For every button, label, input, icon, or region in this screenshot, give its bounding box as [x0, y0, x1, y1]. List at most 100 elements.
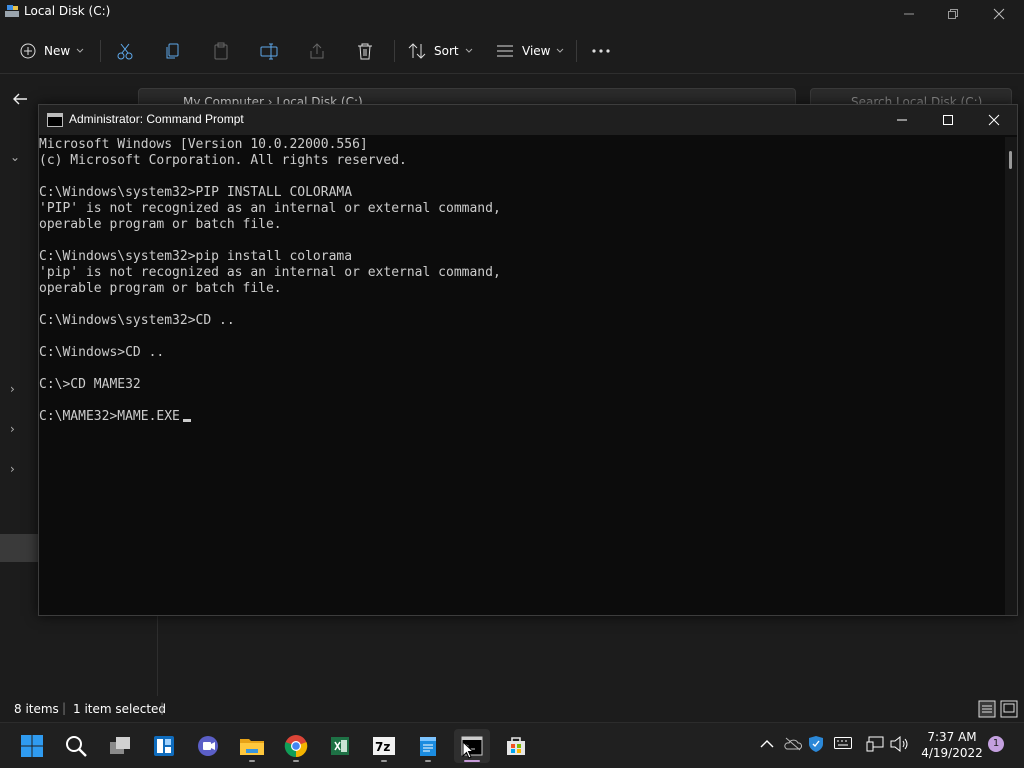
new-button[interactable]: New: [20, 36, 84, 66]
taskbar-notepad[interactable]: [410, 729, 446, 763]
show-hidden-icons-button[interactable]: [760, 739, 774, 749]
cmd-close-button[interactable]: [971, 105, 1017, 135]
chevron-right-icon[interactable]: ›: [10, 422, 15, 436]
close-icon: [988, 114, 1000, 126]
chevron-down-icon: [465, 48, 472, 53]
terminal-line: C:\Windows\system32>pip install colorama: [39, 249, 353, 264]
sort-button[interactable]: Sort: [408, 36, 473, 66]
spreadsheet-icon: [331, 737, 349, 755]
cmd-titlebar[interactable]: Administrator: Command Prompt: [39, 105, 1017, 135]
terminal-line: operable program or batch file.: [39, 281, 282, 296]
minimize-icon: [904, 13, 914, 15]
restore-button[interactable]: [930, 0, 976, 28]
chevron-down-icon[interactable]: ⌄: [10, 150, 20, 164]
widgets-button[interactable]: [146, 729, 182, 763]
task-view-button[interactable]: [102, 729, 138, 763]
chevron-right-icon[interactable]: ›: [10, 382, 15, 396]
text-cursor: [182, 419, 191, 422]
onedrive-offline-icon[interactable]: [784, 737, 802, 751]
start-button[interactable]: [14, 729, 50, 763]
toolbar-divider: [576, 40, 577, 62]
maximize-icon: [943, 115, 953, 125]
details-view-icon[interactable]: [978, 700, 996, 718]
taskbar-chrome[interactable]: [278, 729, 314, 763]
terminal-line: C:\Windows>CD ..: [39, 345, 165, 360]
network-icon[interactable]: [866, 736, 884, 752]
close-button[interactable]: [976, 0, 1022, 28]
windows-security-icon[interactable]: [808, 735, 824, 753]
explorer-titlebar: Local Disk (C:): [0, 0, 1024, 28]
share-button[interactable]: [308, 36, 326, 66]
terminal-line: operable program or batch file.: [39, 217, 282, 232]
taskbar-file-explorer[interactable]: [234, 729, 270, 763]
chevron-right-icon[interactable]: ›: [10, 462, 15, 476]
minimize-button[interactable]: [886, 0, 932, 28]
item-count: 8 items: [14, 702, 59, 716]
taskbar-search-button[interactable]: [58, 729, 94, 763]
command-prompt-icon: [47, 113, 63, 127]
plus-circle-icon: [20, 43, 36, 59]
command-prompt-window[interactable]: Administrator: Command Prompt Microsoft …: [38, 104, 1018, 616]
selection-count: 1 item selected: [73, 702, 167, 716]
clock-time: 7:37 AM: [927, 730, 977, 744]
copy-button[interactable]: [164, 36, 182, 66]
sort-icon: [408, 43, 426, 59]
cmd-minimize-button[interactable]: [879, 105, 925, 135]
nav-selected-item[interactable]: [0, 534, 40, 562]
delete-button[interactable]: [356, 36, 374, 66]
restore-icon: [948, 9, 958, 19]
tiles-view-icon[interactable]: [1000, 700, 1018, 718]
cut-button[interactable]: [116, 36, 134, 66]
terminal-line: C:\MAME32>MAME.EXE: [39, 409, 1004, 425]
cmd-maximize-button[interactable]: [925, 105, 971, 135]
running-indicator: [249, 760, 255, 762]
store-icon: [507, 737, 525, 755]
notification-badge[interactable]: 1: [988, 736, 1004, 752]
view-button[interactable]: View: [496, 36, 564, 66]
terminal-line: C:\Windows\system32>PIP INSTALL COLORAMA: [39, 185, 353, 200]
scissors-icon: [117, 43, 133, 60]
terminal-line: C:\Windows\system32>CD ..: [39, 313, 235, 328]
taskbar-store[interactable]: [498, 729, 534, 763]
mouse-cursor-icon: [462, 741, 474, 759]
terminal-line: C:\>CD MAME32: [39, 377, 141, 392]
status-bar: 8 items | 1 item selected |: [0, 698, 1024, 720]
chevron-down-icon: [557, 48, 564, 53]
terminal-line: (c) Microsoft Corporation. All rights re…: [39, 153, 407, 168]
more-options-button[interactable]: [592, 36, 610, 66]
paste-button[interactable]: [212, 36, 230, 66]
terminal-line: 'PIP' is not recognized as an internal o…: [39, 201, 501, 216]
rename-button[interactable]: [260, 36, 278, 66]
scrollbar-thumb[interactable]: [1009, 151, 1012, 169]
teams-chat-icon: [198, 736, 218, 756]
status-divider: |: [62, 701, 67, 715]
7zip-label: 7z: [375, 740, 390, 754]
view-label: View: [522, 44, 551, 58]
copy-icon: [166, 43, 179, 59]
toolbar-divider: [100, 40, 101, 62]
chat-button[interactable]: [190, 729, 226, 763]
volume-icon[interactable]: [890, 736, 910, 752]
explorer-title: Local Disk (C:): [24, 4, 111, 18]
folder-icon: [240, 739, 264, 755]
taskbar-7zip[interactable]: 7z: [366, 729, 402, 763]
taskbar-excel[interactable]: [322, 729, 358, 763]
more-icon: [592, 49, 610, 53]
terminal-output[interactable]: Microsoft Windows [Version 10.0.22000.55…: [39, 137, 1004, 615]
sort-label: Sort: [434, 44, 459, 58]
taskbar-terminal[interactable]: [454, 729, 490, 763]
drive-icon: [5, 5, 19, 17]
taskbar: 7z 7:37 AM 4/19/2022: [0, 722, 1024, 768]
rename-icon: [260, 43, 278, 60]
task-view-icon: [110, 737, 130, 754]
close-icon: [993, 8, 1005, 20]
clock[interactable]: 7:37 AM 4/19/2022: [920, 729, 984, 761]
keyboard-icon[interactable]: [834, 737, 852, 749]
share-icon: [310, 43, 324, 59]
command-bar: New Sort View: [0, 28, 1024, 74]
vertical-scrollbar[interactable]: [1005, 137, 1017, 615]
back-button[interactable]: [12, 92, 28, 110]
terminal-line: 'pip' is not recognized as an internal o…: [39, 265, 501, 280]
